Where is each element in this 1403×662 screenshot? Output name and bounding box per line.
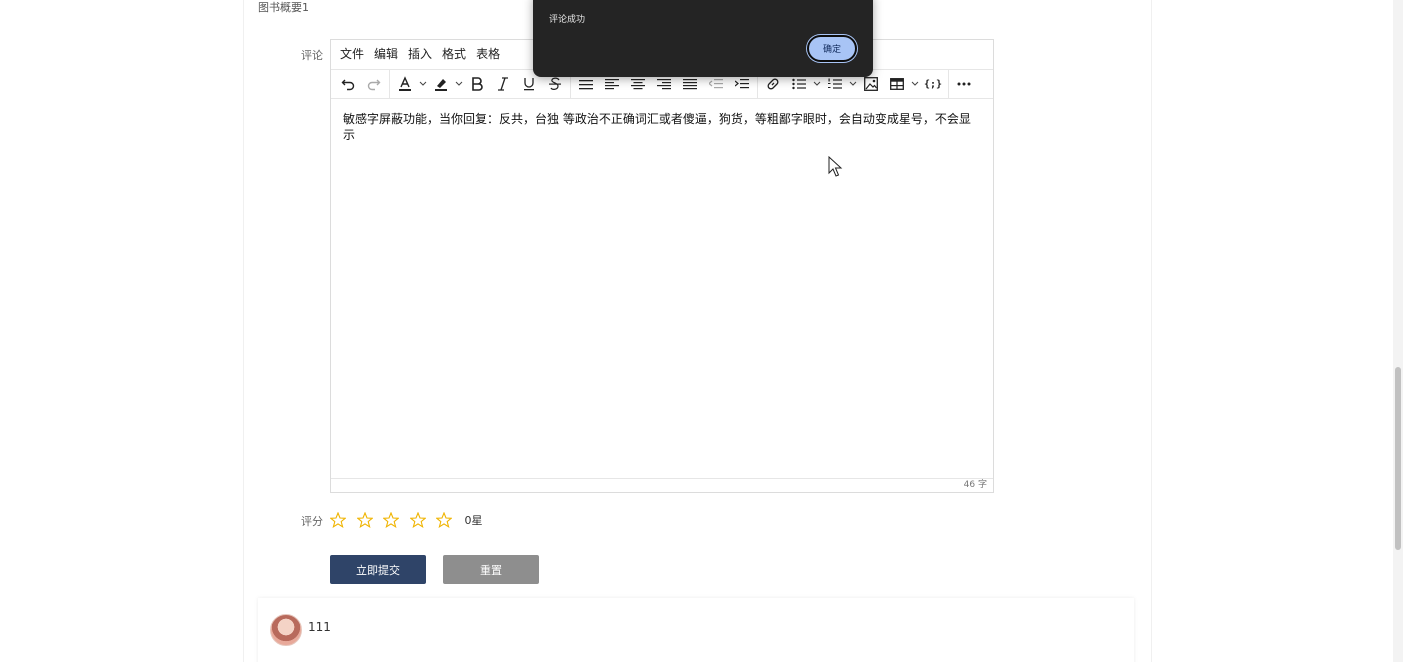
more-icon[interactable] <box>951 71 977 97</box>
scrollbar-thumb[interactable] <box>1395 367 1401 550</box>
menu-format[interactable]: 格式 <box>437 40 471 69</box>
comment-username: 111 <box>308 620 331 634</box>
star-icon[interactable] <box>409 512 426 528</box>
comment-label: 评论 <box>301 49 323 62</box>
toolbar-separator <box>389 70 390 98</box>
code-icon[interactable]: {;} <box>920 71 946 97</box>
toolbar-separator <box>948 70 949 98</box>
chevron-down-icon[interactable] <box>418 71 428 97</box>
star-rating[interactable]: 0星 <box>330 512 483 528</box>
rich-text-editor[interactable]: 文件 编辑 插入 格式 表格 {;} 敏感字屏蔽功能，当你回复：反共，台独 等政… <box>330 39 994 493</box>
star-icon[interactable] <box>436 512 452 528</box>
dialog-ok-button[interactable]: 确定 <box>807 35 857 62</box>
highlight-color-icon[interactable] <box>428 71 454 97</box>
chevron-down-icon[interactable] <box>910 71 920 97</box>
submit-button[interactable]: 立即提交 <box>330 555 426 584</box>
undo-icon[interactable] <box>335 71 361 97</box>
menu-insert[interactable]: 插入 <box>403 40 437 69</box>
rating-label: 评分 <box>301 515 323 528</box>
editor-statusbar: 46 字 <box>331 478 993 492</box>
book-summary: 图书概要1 <box>258 1 309 14</box>
star-icon[interactable] <box>356 512 373 528</box>
comment-item: 111 <box>258 598 1134 662</box>
rating-text: 0星 <box>464 514 483 527</box>
menu-table[interactable]: 表格 <box>471 40 505 69</box>
menu-file[interactable]: 文件 <box>335 40 369 69</box>
word-count: 46 字 <box>963 480 987 490</box>
editor-content[interactable]: 敏感字屏蔽功能，当你回复：反共，台独 等政治不正确词汇或者傻逼，狗货，等粗鄙字眼… <box>331 99 993 463</box>
text-color-icon[interactable] <box>392 71 418 97</box>
avatar <box>270 614 302 646</box>
italic-icon[interactable] <box>490 71 516 97</box>
table-icon[interactable] <box>884 71 910 97</box>
star-icon[interactable] <box>383 512 399 528</box>
redo-icon[interactable] <box>361 71 387 97</box>
menu-edit[interactable]: 编辑 <box>369 40 403 69</box>
chevron-down-icon[interactable] <box>454 71 464 97</box>
mouse-cursor-icon <box>828 156 843 177</box>
star-icon[interactable] <box>330 512 346 528</box>
page-scrollbar[interactable] <box>1393 0 1403 662</box>
alert-dialog: 评论成功 确定 <box>533 0 873 77</box>
page: 图书概要1 评论 文件 编辑 插入 格式 表格 {;} 敏感字屏蔽功能，当你回复… <box>0 0 1403 662</box>
bold-icon[interactable] <box>464 71 490 97</box>
reset-button[interactable]: 重置 <box>443 555 539 584</box>
dialog-message: 评论成功 <box>549 15 586 25</box>
